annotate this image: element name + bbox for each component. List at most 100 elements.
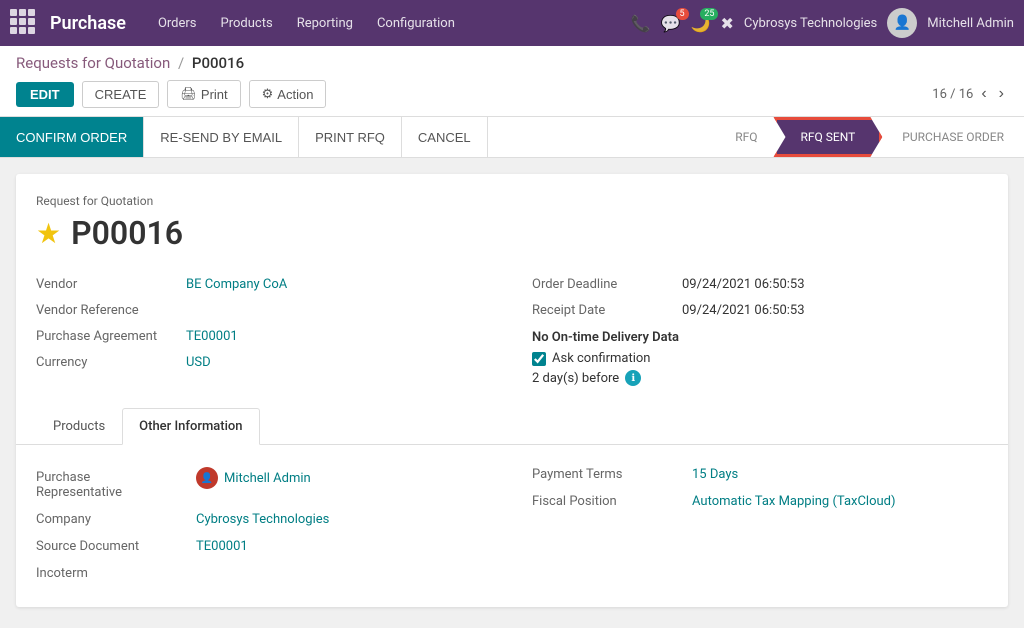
incoterm-field: Incoterm [36, 560, 492, 587]
nav-links: Orders Products Reporting Configuration [148, 12, 625, 35]
record-card: Request for Quotation ★ P00016 Vendor BE… [16, 174, 1008, 607]
main-content: Request for Quotation ★ P00016 Vendor BE… [0, 158, 1024, 628]
nav-products[interactable]: Products [211, 12, 283, 35]
nav-configuration[interactable]: Configuration [367, 12, 465, 35]
print-button[interactable]: 🖨 Print [167, 80, 240, 108]
order-deadline-value[interactable]: 09/24/2021 06:50:53 [682, 277, 805, 292]
company-value[interactable]: Cybrosys Technologies [196, 512, 329, 527]
ask-confirmation-label: Ask confirmation [552, 351, 651, 366]
form-section: PurchaseRepresentative 👤 Mitchell Admin … [36, 461, 988, 587]
form-grid: Vendor BE Company CoA Vendor Reference P… [36, 272, 988, 392]
days-before-text: 2 day(s) before [532, 371, 619, 386]
source-doc-field: Source Document TE00001 [36, 533, 492, 560]
ask-confirmation-row: Ask confirmation [532, 351, 988, 366]
record-title: ★ P00016 [36, 214, 988, 252]
source-doc-label: Source Document [36, 539, 196, 554]
company-field: Company Cybrosys Technologies [36, 506, 492, 533]
vendor-ref-label: Vendor Reference [36, 303, 186, 318]
purchase-rep-value[interactable]: Mitchell Admin [224, 471, 311, 486]
payment-terms-value[interactable]: 15 Days [692, 467, 738, 482]
create-button[interactable]: CREATE [82, 81, 160, 108]
tabs: Products Other Information [16, 408, 1008, 445]
phone-icon[interactable]: 📞 [631, 14, 651, 33]
currency-field: Currency USD [36, 350, 492, 376]
delivery-info: No On-time Delivery Data Ask confirmatio… [532, 324, 988, 392]
action-button[interactable]: ⚙ Action [249, 80, 327, 108]
vendor-label: Vendor [36, 277, 186, 292]
vendor-field: Vendor BE Company CoA [36, 272, 492, 298]
nav-right: 📞 💬 5 🌙 25 ✖ Cybrosys Technologies 👤 Mit… [631, 8, 1014, 38]
cancel-button[interactable]: CANCEL [402, 117, 488, 157]
purchase-agreement-value[interactable]: TE00001 [186, 329, 238, 344]
vendor-ref-field: Vendor Reference [36, 298, 492, 324]
breadcrumb-parent[interactable]: Requests for Quotation [16, 54, 170, 72]
record-label: Request for Quotation [36, 194, 988, 208]
confirm-order-button[interactable]: CONFIRM ORDER [0, 117, 144, 157]
currency-value[interactable]: USD [186, 355, 211, 370]
star-icon[interactable]: ★ [36, 217, 61, 250]
receipt-date-value[interactable]: 09/24/2021 06:50:53 [682, 303, 805, 318]
currency-label: Currency [36, 355, 186, 370]
step-rfq-sent[interactable]: RFQ SENT [774, 117, 883, 157]
step-rfq[interactable]: RFQ [719, 120, 773, 154]
breadcrumb-current: P00016 [192, 54, 244, 72]
user-avatar[interactable]: 👤 [887, 8, 917, 38]
tab-products[interactable]: Products [36, 408, 122, 445]
settings-icon[interactable]: ✖ [720, 14, 733, 33]
activity-badge: 25 [700, 8, 718, 20]
app-grid-icon[interactable] [10, 9, 38, 37]
fiscal-position-field: Fiscal Position Automatic Tax Mapping (T… [532, 488, 988, 515]
order-deadline-field: Order Deadline 09/24/2021 06:50:53 [532, 272, 988, 298]
page-wrapper: Purchase Orders Products Reporting Confi… [0, 0, 1024, 628]
days-before-row: 2 day(s) before ℹ [532, 370, 988, 386]
receipt-date-field: Receipt Date 09/24/2021 06:50:53 [532, 298, 988, 324]
gear-icon: ⚙ [262, 86, 274, 102]
fiscal-position-value[interactable]: Automatic Tax Mapping (TaxCloud) [692, 494, 896, 509]
other-info-right: Payment Terms 15 Days Fiscal Position Au… [532, 461, 988, 587]
edit-button[interactable]: EDIT [16, 82, 74, 107]
source-doc-value[interactable]: TE00001 [196, 539, 248, 554]
next-button[interactable]: › [995, 85, 1008, 103]
payment-terms-field: Payment Terms 15 Days [532, 461, 988, 488]
toolbar: EDIT CREATE 🖨 Print ⚙ Action 16 / 16 ‹ › [16, 80, 1008, 108]
fiscal-position-label: Fiscal Position [532, 494, 692, 509]
page-header: Requests for Quotation / P00016 EDIT CRE… [0, 46, 1024, 117]
print-icon: 🖨 [180, 86, 197, 102]
company-name: Cybrosys Technologies [744, 16, 877, 31]
info-icon[interactable]: ℹ [625, 370, 641, 386]
status-steps: RFQ RFQ SENT PURCHASE ORDER [719, 117, 1024, 157]
print-rfq-button[interactable]: PRINT RFQ [299, 117, 402, 157]
top-nav: Purchase Orders Products Reporting Confi… [0, 0, 1024, 46]
vendor-value[interactable]: BE Company CoA [186, 277, 287, 292]
payment-terms-label: Payment Terms [532, 467, 692, 482]
no-delivery-text: No On-time Delivery Data [532, 330, 988, 345]
order-deadline-label: Order Deadline [532, 277, 682, 292]
other-info-left: PurchaseRepresentative 👤 Mitchell Admin … [36, 461, 492, 587]
brand-name[interactable]: Purchase [50, 13, 126, 34]
breadcrumb: Requests for Quotation / P00016 [16, 54, 1008, 72]
prev-button[interactable]: ‹ [977, 85, 990, 103]
tab-other-information[interactable]: Other Information [122, 408, 259, 445]
status-spacer [488, 117, 720, 157]
pagination-text: 16 / 16 [932, 87, 973, 102]
record-id: P00016 [71, 214, 183, 252]
nav-reporting[interactable]: Reporting [287, 12, 363, 35]
tab-content-other: PurchaseRepresentative 👤 Mitchell Admin … [36, 445, 988, 587]
step-purchase-order[interactable]: PURCHASE ORDER [882, 120, 1024, 154]
receipt-date-label: Receipt Date [532, 303, 682, 318]
resend-email-button[interactable]: RE-SEND BY EMAIL [144, 117, 299, 157]
purchase-rep-label: PurchaseRepresentative [36, 470, 196, 500]
activity-icon[interactable]: 🌙 25 [691, 14, 711, 33]
user-name: Mitchell Admin [927, 16, 1014, 31]
breadcrumb-separator: / [178, 54, 184, 72]
purchase-rep-field: PurchaseRepresentative 👤 Mitchell Admin [36, 461, 492, 506]
ask-confirmation-checkbox[interactable] [532, 352, 546, 366]
user-rep-avatar: 👤 [196, 467, 218, 489]
content-area: Request for Quotation ★ P00016 Vendor BE… [0, 158, 1024, 628]
status-bar: CONFIRM ORDER RE-SEND BY EMAIL PRINT RFQ… [0, 117, 1024, 158]
nav-orders[interactable]: Orders [148, 12, 207, 35]
user-rep: 👤 Mitchell Admin [196, 467, 311, 489]
chat-icon[interactable]: 💬 5 [661, 14, 681, 33]
right-column: Order Deadline 09/24/2021 06:50:53 Recei… [532, 272, 988, 392]
pagination: 16 / 16 ‹ › [932, 85, 1008, 103]
